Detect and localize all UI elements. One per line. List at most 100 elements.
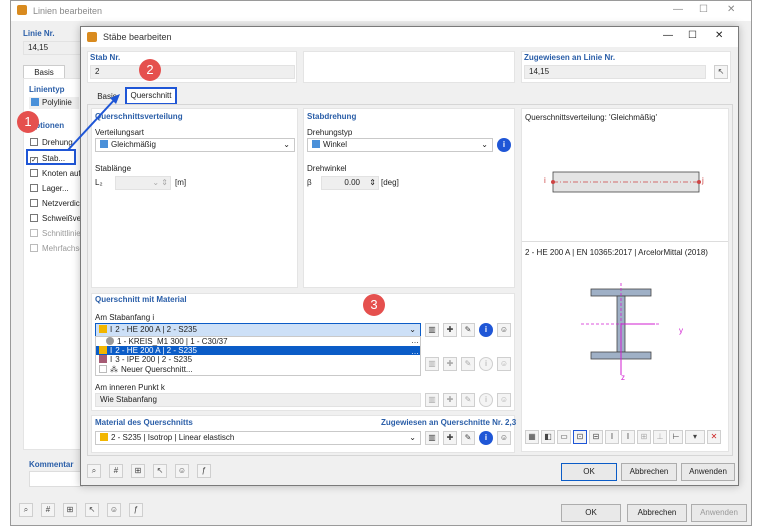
tab-querschnitt[interactable]: Querschnitt (125, 87, 177, 105)
search-icon[interactable]: ⌕ (87, 464, 101, 478)
option-mehrfach[interactable]: Mehrfachsc (30, 244, 83, 253)
kommentar-field[interactable] (29, 471, 83, 487)
edit-icon[interactable]: ✎ (461, 431, 475, 445)
section-start-select[interactable]: I2 - HE 200 A | 2 - S235 ⌄ (95, 323, 421, 337)
library-icon[interactable]: ▥ (425, 393, 439, 407)
info-icon[interactable]: i (479, 323, 493, 337)
option-lager[interactable]: Lager... (30, 184, 69, 193)
drehungstyp-select[interactable]: Winkel ⌄ (307, 138, 493, 152)
new-icon[interactable]: ✚ (443, 393, 457, 407)
option-netz[interactable]: Netzverdich (30, 199, 84, 208)
view-icon[interactable]: ▦ (525, 430, 539, 444)
info-icon[interactable]: i (479, 431, 493, 445)
minimize-icon[interactable]: — (663, 30, 673, 41)
name-panel (303, 51, 515, 83)
pick-icon[interactable]: ↖ (85, 503, 99, 517)
checkbox[interactable] (30, 138, 38, 146)
option-schweiss[interactable]: Schweißverl (30, 214, 86, 223)
new-icon[interactable]: ✚ (443, 431, 457, 445)
units-icon[interactable]: # (109, 464, 123, 478)
stress-icon[interactable]: ⊥ (653, 430, 667, 444)
info-icon[interactable]: i (479, 357, 493, 371)
select-icon[interactable]: ⊞ (63, 503, 77, 517)
function-icon[interactable]: ƒ (197, 464, 211, 478)
chevron-down-icon: ⌄ (481, 140, 488, 149)
minimize-icon[interactable]: — (673, 4, 683, 15)
material-select[interactable]: 2 - S235 | Isotrop | Linear elastisch ⌄ (95, 431, 421, 445)
tab-querschnitt-label: Querschnitt (130, 91, 172, 100)
ellipsis-icon[interactable]: … (411, 336, 419, 345)
checkbox[interactable] (30, 184, 38, 192)
person-icon[interactable]: ☺ (497, 323, 511, 337)
render-icon[interactable]: ◧ (541, 430, 555, 444)
spinner-icon[interactable]: ⇕ (369, 177, 376, 189)
option-schnitt[interactable]: Schnittlinie (30, 229, 81, 238)
back-cancel-button[interactable]: Abbrechen (627, 504, 687, 522)
dialog-titlebar: Stäbe bearbeiten — ☐ ✕ (81, 27, 738, 47)
fit-icon[interactable]: ⊡ (573, 430, 587, 444)
zugewiesen-field[interactable]: 14,15 (524, 65, 706, 79)
maximize-icon[interactable]: ☐ (699, 4, 708, 15)
axis-y-label: y (679, 326, 683, 335)
ruler-icon[interactable]: ⊢ (669, 430, 683, 444)
edit-icon[interactable]: ✎ (461, 357, 475, 371)
dropdown-item-he200a[interactable]: I2 - HE 200 A | 2 - S235 (96, 346, 420, 355)
edit-icon[interactable]: ✎ (461, 323, 475, 337)
library-icon[interactable]: ▥ (425, 431, 439, 445)
edit-icon[interactable]: ✎ (461, 393, 475, 407)
search-icon[interactable]: ⌕ (19, 503, 33, 517)
units-icon[interactable]: # (41, 503, 55, 517)
dropdown-item-kreis[interactable]: 1 - KREIS_M1 300 | 1 - C30/37 (96, 337, 420, 346)
function-icon[interactable]: ƒ (129, 503, 143, 517)
new-icon[interactable]: ✚ (443, 323, 457, 337)
dropdown-item-new[interactable]: ⁂ Neuer Querschnitt... (96, 365, 420, 374)
back-tab-basis[interactable]: Basis (23, 65, 65, 79)
library-icon[interactable]: ▥ (425, 357, 439, 371)
option-knoten[interactable]: Knoten auf (30, 169, 81, 178)
close-icon[interactable]: ✕ (715, 30, 723, 41)
inneren-field[interactable]: Wie Stabanfang (95, 393, 421, 407)
info-icon[interactable]: i (497, 138, 511, 152)
checkbox[interactable] (30, 244, 38, 252)
section-icon[interactable]: I (605, 430, 619, 444)
person-icon[interactable]: ☺ (497, 393, 511, 407)
dropdown-item-ipe200[interactable]: I3 - IPE 200 | 2 - S235 (96, 355, 420, 364)
maximize-icon[interactable]: ☐ (688, 30, 697, 41)
info-icon[interactable]: i (479, 393, 493, 407)
drehungstyp-value: Winkel (323, 140, 348, 149)
spinner-icon[interactable]: ⌄ ⇕ (152, 177, 168, 189)
pick-line-icon[interactable]: ↖ (714, 65, 728, 79)
lz-field[interactable]: ⌄ ⇕ (115, 176, 171, 190)
library-icon[interactable]: ▥ (425, 323, 439, 337)
ellipsis-icon[interactable]: … (411, 347, 419, 356)
dimension-icon[interactable]: ⊟ (589, 430, 603, 444)
person-icon[interactable]: ☺ (497, 431, 511, 445)
checkbox[interactable] (30, 199, 38, 207)
checkbox[interactable] (30, 214, 38, 222)
reset-icon[interactable]: ✕ (707, 430, 721, 444)
node-i-label: i (544, 176, 546, 185)
back-ok-button[interactable]: OK (561, 504, 621, 522)
stab-nr-field[interactable]: 2 (90, 65, 295, 79)
new-icon[interactable]: ✚ (443, 357, 457, 371)
person-icon[interactable]: ☺ (497, 357, 511, 371)
pick-icon[interactable]: ↖ (153, 464, 167, 478)
display-icon[interactable]: ▭ (557, 430, 571, 444)
beta-field[interactable]: 0.00 ⇕ (321, 176, 379, 190)
grid-icon[interactable]: ⊞ (637, 430, 651, 444)
checkbox[interactable] (30, 169, 38, 177)
lz-label: L₂ (95, 178, 103, 187)
back-apply-button[interactable]: Anwenden (691, 504, 747, 522)
option-label: Schnittlinie (42, 229, 81, 238)
close-icon[interactable]: ✕ (727, 4, 735, 15)
ok-button[interactable]: OK (561, 463, 617, 481)
person-icon[interactable]: ☺ (175, 464, 189, 478)
apply-button[interactable]: Anwenden (681, 463, 735, 481)
back-line-no-field[interactable]: 14,15 (23, 41, 83, 55)
options-dropdown-icon[interactable]: ▾ (685, 430, 705, 444)
person-icon[interactable]: ☺ (107, 503, 121, 517)
cancel-button[interactable]: Abbrechen (621, 463, 677, 481)
section-alt-icon[interactable]: I (621, 430, 635, 444)
select-icon[interactable]: ⊞ (131, 464, 145, 478)
checkbox[interactable] (30, 229, 38, 237)
